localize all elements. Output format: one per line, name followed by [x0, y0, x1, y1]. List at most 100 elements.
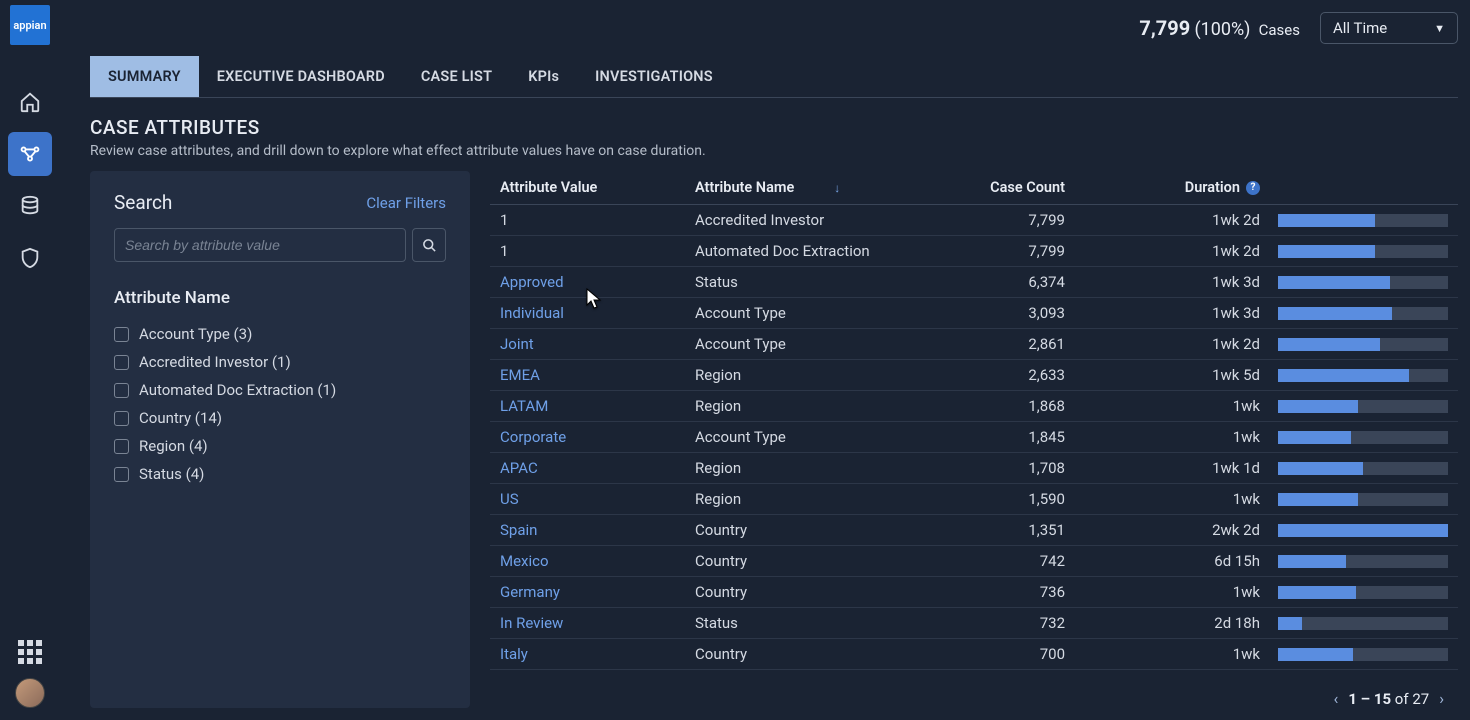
col-header-name[interactable]: Attribute Name ↓ [695, 179, 930, 196]
duration-bar [1278, 493, 1448, 506]
attr-value-link[interactable]: Germany [500, 583, 560, 601]
user-avatar[interactable] [15, 678, 45, 708]
filter-option-label: Country (14) [139, 409, 222, 427]
duration-cell: 2d 18h [1065, 614, 1260, 632]
case-count-cell: 1,708 [930, 459, 1065, 477]
filter-option[interactable]: Country (14) [114, 404, 446, 432]
duration-bar [1278, 276, 1448, 289]
duration-cell: 2wk 2d [1065, 521, 1260, 539]
filter-option[interactable]: Accredited Investor (1) [114, 348, 446, 376]
duration-cell: 1wk [1065, 428, 1260, 446]
duration-cell: 1wk 2d [1065, 242, 1260, 260]
sort-down-icon: ↓ [834, 181, 840, 195]
attr-value-link[interactable]: In Review [500, 614, 563, 632]
attr-value-link: 1 [500, 211, 508, 229]
help-icon[interactable]: ? [1246, 181, 1260, 195]
brand-logo[interactable]: appian [10, 5, 50, 45]
attr-name-cell: Account Type [695, 304, 930, 322]
chevron-down-icon: ▼ [1434, 22, 1445, 35]
attr-name-cell: Region [695, 397, 930, 415]
attr-name-cell: Country [695, 521, 930, 539]
apps-grid-icon[interactable] [18, 640, 42, 664]
time-filter-select[interactable]: All Time ▼ [1320, 12, 1458, 44]
duration-cell: 1wk 2d [1065, 211, 1260, 229]
attr-value-link[interactable]: LATAM [500, 397, 548, 415]
table-row: CorporateAccount Type1,8451wk [490, 422, 1458, 453]
duration-bar [1278, 431, 1448, 444]
case-count-cell: 2,633 [930, 366, 1065, 384]
attr-name-cell: Region [695, 459, 930, 477]
duration-bar [1278, 307, 1448, 320]
tab-kpis[interactable]: KPIs [510, 56, 577, 97]
duration-cell: 1wk 1d [1065, 459, 1260, 477]
case-count-cell: 700 [930, 645, 1065, 663]
table-row: EMEARegion2,6331wk 5d [490, 360, 1458, 391]
filter-option[interactable]: Region (4) [114, 432, 446, 460]
tab-investigations[interactable]: INVESTIGATIONS [577, 56, 731, 97]
checkbox-icon [114, 439, 129, 454]
attr-value-link[interactable]: Corporate [500, 428, 566, 446]
filter-search-label: Search [114, 191, 172, 214]
case-count-cell: 742 [930, 552, 1065, 570]
col-header-value[interactable]: Attribute Value [500, 179, 695, 196]
table-row: Italy Country7001wk [490, 639, 1458, 670]
tab-summary[interactable]: SUMMARY [90, 56, 199, 97]
attr-name-cell: Accredited Investor [695, 211, 930, 229]
duration-bar [1278, 214, 1448, 227]
case-count-cell: 6,374 [930, 273, 1065, 291]
duration-bar [1278, 586, 1448, 599]
tab-executive-dashboard[interactable]: EXECUTIVE DASHBOARD [199, 56, 403, 97]
case-count-cell: 2,861 [930, 335, 1065, 353]
duration-cell: 1wk 3d [1065, 273, 1260, 291]
case-count-cell: 7,799 [930, 211, 1065, 229]
filter-option-label: Automated Doc Extraction (1) [139, 381, 336, 399]
checkbox-icon [114, 327, 129, 342]
attr-name-cell: Status [695, 614, 930, 632]
attr-value-link[interactable]: Approved [500, 273, 564, 291]
duration-cell: 1wk [1065, 645, 1260, 663]
checkbox-icon [114, 383, 129, 398]
attr-value-link[interactable]: Spain [500, 521, 537, 539]
table-row: 1 Accredited Investor7,7991wk 2d [490, 205, 1458, 236]
attr-value-link[interactable]: EMEA [500, 366, 540, 384]
clear-filters-link[interactable]: Clear Filters [366, 194, 446, 212]
database-icon[interactable] [8, 184, 52, 228]
duration-cell: 1wk 3d [1065, 304, 1260, 322]
attr-name-cell: Automated Doc Extraction [695, 242, 930, 260]
process-icon[interactable] [8, 132, 52, 176]
col-header-duration[interactable]: Duration ? [1065, 179, 1260, 196]
table-row: In ReviewStatus7322d 18h [490, 608, 1458, 639]
table-row: USRegion1,5901wk [490, 484, 1458, 515]
col-header-count[interactable]: Case Count [930, 179, 1065, 196]
case-count-cell: 3,093 [930, 304, 1065, 322]
table-row: JointAccount Type2,8611wk 2d [490, 329, 1458, 360]
attr-name-cell: Country [695, 645, 930, 663]
search-button[interactable] [412, 228, 446, 262]
table-row: LATAMRegion1,8681wk [490, 391, 1458, 422]
attr-value-link[interactable]: Italy [500, 645, 528, 663]
search-input[interactable] [114, 228, 406, 262]
duration-bar [1278, 648, 1448, 661]
attr-value-link[interactable]: Joint [500, 335, 534, 353]
attr-value-link[interactable]: US [500, 490, 519, 508]
duration-cell: 1wk [1065, 397, 1260, 415]
table-row: SpainCountry1,3512wk 2d [490, 515, 1458, 546]
duration-bar [1278, 369, 1448, 382]
checkbox-icon [114, 411, 129, 426]
duration-bar [1278, 400, 1448, 413]
page-next[interactable]: › [1435, 689, 1448, 708]
attr-value-link[interactable]: Mexico [500, 552, 549, 570]
tab-case-list[interactable]: CASE LIST [403, 56, 510, 97]
attr-value-link[interactable]: APAC [500, 459, 538, 477]
filter-option[interactable]: Account Type (3) [114, 320, 446, 348]
filter-option[interactable]: Automated Doc Extraction (1) [114, 376, 446, 404]
shield-icon[interactable] [8, 236, 52, 280]
duration-cell: 1wk [1065, 583, 1260, 601]
table-row: MexicoCountry7426d 15h [490, 546, 1458, 577]
home-icon[interactable] [8, 80, 52, 124]
attr-value-link[interactable]: Individual [500, 304, 564, 322]
pagination: ‹ 1 – 15 of 27 › [490, 677, 1458, 708]
case-count-cell: 1,845 [930, 428, 1065, 446]
filter-option[interactable]: Status (4) [114, 460, 446, 488]
page-prev[interactable]: ‹ [1330, 689, 1343, 708]
